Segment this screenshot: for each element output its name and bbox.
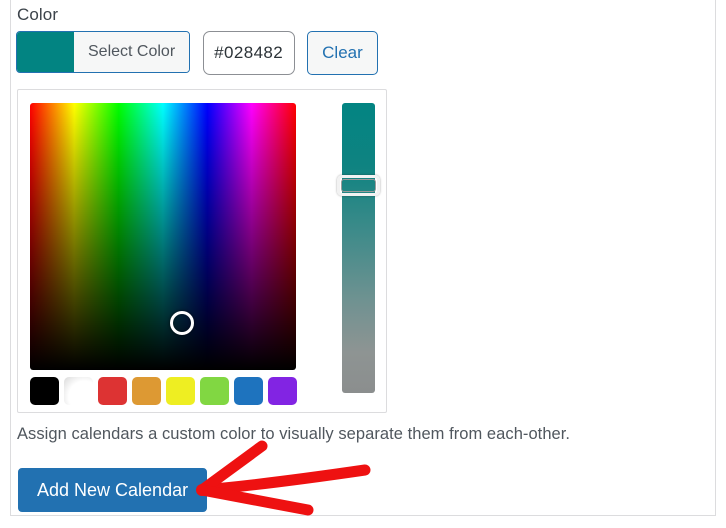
- saturation-value-area[interactable]: [30, 103, 296, 370]
- color-picker-marker[interactable]: [170, 311, 194, 335]
- current-color-swatch: [17, 32, 74, 72]
- preset-swatch-yellow[interactable]: [166, 377, 195, 405]
- preset-swatch-strip[interactable]: [30, 377, 297, 405]
- color-picker-panel[interactable]: [17, 89, 387, 413]
- clear-button[interactable]: Clear: [307, 31, 378, 75]
- add-new-calendar-button[interactable]: Add New Calendar: [18, 468, 207, 512]
- preset-swatch-white[interactable]: [64, 377, 93, 405]
- page-title: Color: [17, 3, 58, 27]
- select-color-label: Select Color: [74, 32, 189, 72]
- preset-swatch-black[interactable]: [30, 377, 59, 405]
- hue-slider[interactable]: [342, 103, 375, 393]
- red-arrow-annotation: [190, 440, 380, 520]
- preset-swatch-green[interactable]: [200, 377, 229, 405]
- select-color-button[interactable]: Select Color: [16, 31, 190, 73]
- panel-bottom-border: [10, 515, 716, 516]
- hue-slider-handle-inner: [341, 179, 376, 192]
- preset-swatch-purple[interactable]: [268, 377, 297, 405]
- field-description: Assign calendars a custom color to visua…: [17, 425, 570, 444]
- color-control-row: Select Color Clear: [16, 31, 378, 75]
- hue-slider-handle[interactable]: [337, 175, 380, 196]
- preset-swatch-orange[interactable]: [132, 377, 161, 405]
- hex-color-input[interactable]: [203, 31, 295, 75]
- saturation-overlay: [30, 103, 296, 370]
- panel-right-border: [715, 0, 716, 516]
- preset-swatch-red[interactable]: [98, 377, 127, 405]
- preset-swatch-blue[interactable]: [234, 377, 263, 405]
- panel-left-border: [10, 0, 11, 516]
- color-field-screen: Color Select Color Clear: [0, 0, 726, 528]
